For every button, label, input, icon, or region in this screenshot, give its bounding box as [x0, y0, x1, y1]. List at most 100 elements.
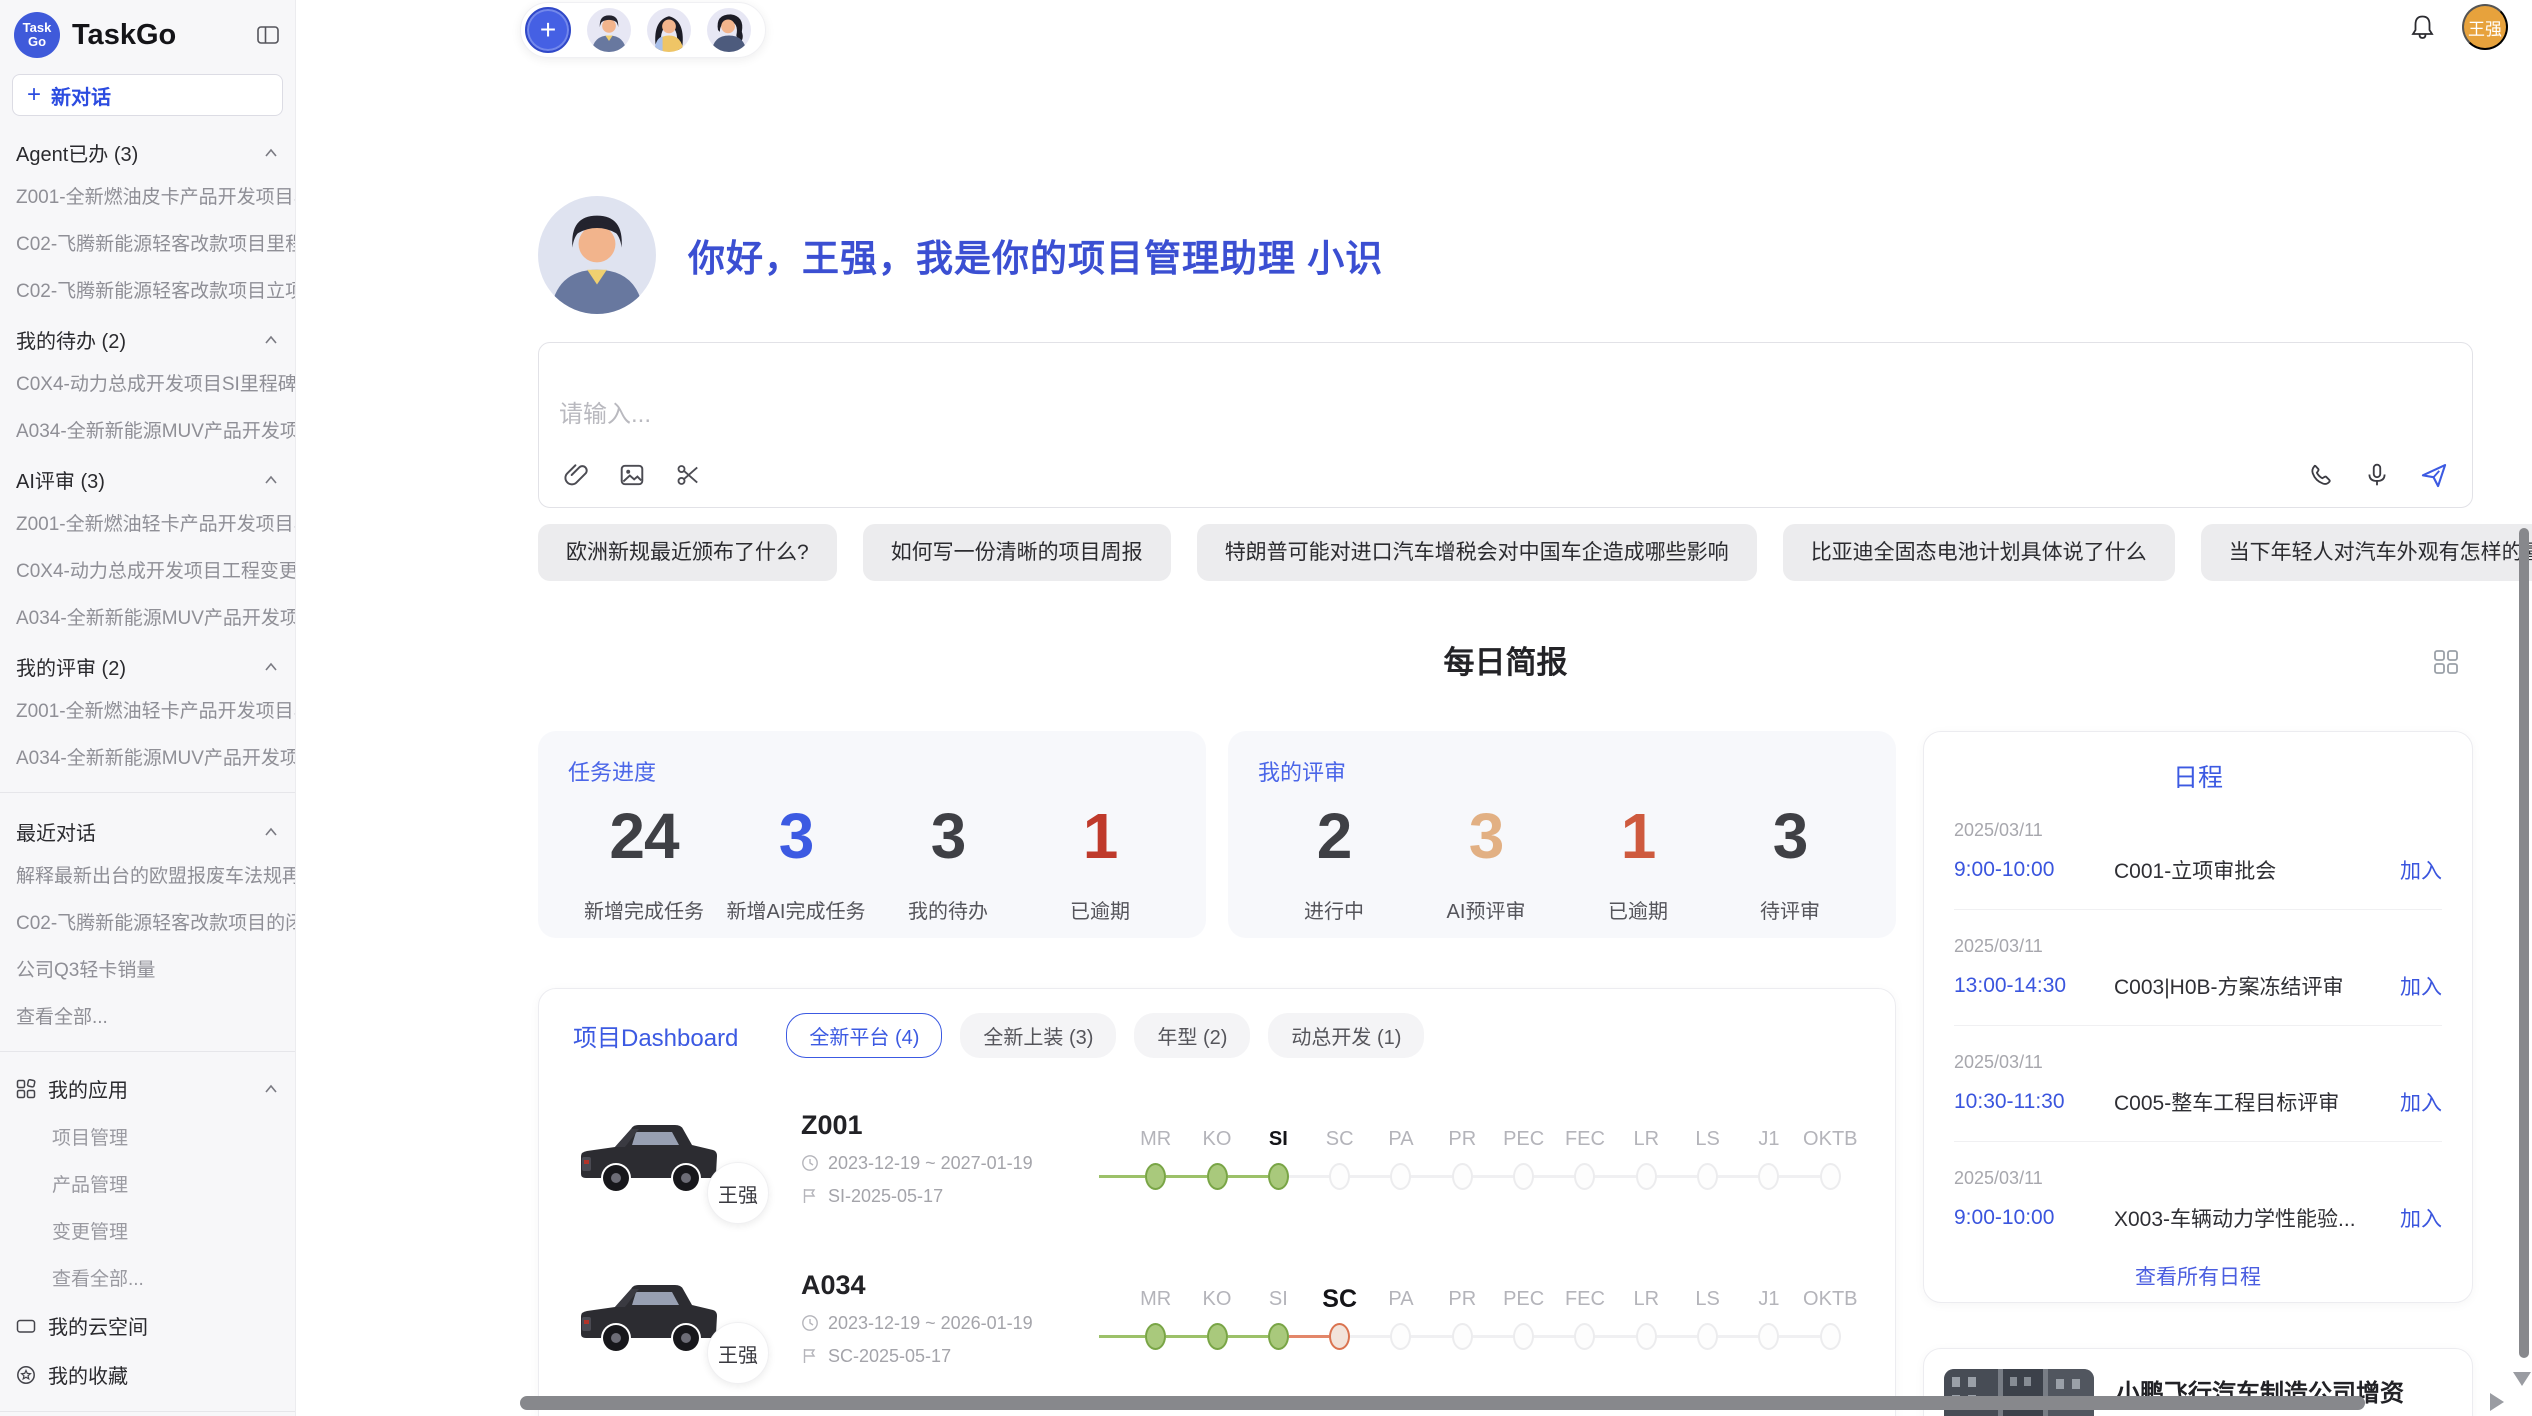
sidebar-item-favorites[interactable]: 我的收藏	[0, 1350, 295, 1399]
project-row-z001[interactable]: 王强 Z001 2023-12-19 ~ 2027-01-19	[573, 1078, 1861, 1238]
sidebar-item-my-apps[interactable]: 我的应用	[0, 1064, 295, 1113]
schedule-item: 2025/03/11 9:00-10:00 C001-立项审批会 加入	[1954, 820, 2442, 910]
chat-input-card[interactable]	[538, 342, 2473, 508]
main-area: + 王强 你好，王强，我是你的项目管理助理 小识	[296, 0, 2532, 1416]
sidebar-item[interactable]: A034-全新新能源MUV产品开发项目计划变更表编写	[0, 406, 295, 453]
join-button[interactable]: 加入	[2400, 971, 2442, 1001]
schedule-item: 2025/03/11 13:00-14:30 C003|H0B-方案冻结评审 加…	[1954, 936, 2442, 1026]
sidebar-item[interactable]: C02-飞腾新能源轻客改款项目里程碑画布	[0, 219, 295, 266]
image-icon[interactable]	[615, 458, 649, 492]
schedule-name: C005-整车工程目标评审	[2114, 1087, 2390, 1117]
suggestion-chip[interactable]: 特朗普可能对进口汽车增税会对中国车企造成哪些影响	[1197, 524, 1757, 581]
stat-value: 3	[1714, 799, 1866, 873]
filter-tab-model-year[interactable]: 年型 (2)	[1134, 1013, 1250, 1058]
schedule-title: 日程	[1954, 758, 2442, 794]
sidebar-item[interactable]: Z001-全新燃油皮卡产品开发项目SI节点Lesson Learn报告	[0, 172, 295, 219]
milestone-label: LS	[1695, 1285, 1719, 1313]
divider	[0, 792, 295, 793]
apps-view-all[interactable]: 查看全部...	[0, 1254, 295, 1301]
sidebar-section-ai-review[interactable]: AI评审 (3)	[0, 453, 295, 499]
sidebar-item[interactable]: A034-全新新能源MUV产品开发项目造型可行性评审	[0, 733, 295, 780]
sidebar-item[interactable]: C0X4-动力总成开发项目工程变更评审	[0, 546, 295, 593]
chat-input[interactable]	[559, 373, 2452, 457]
suggestion-chip[interactable]: 如何写一份清晰的项目周报	[863, 524, 1171, 581]
milestone-node: J1	[1738, 1125, 1799, 1191]
sidebar-item-cloud-space[interactable]: 我的云空间	[0, 1301, 295, 1350]
milestone-dot	[1329, 1323, 1350, 1350]
recent-view-all[interactable]: 查看全部...	[0, 992, 295, 1039]
schedule-time: 9:00-10:00	[1954, 858, 2104, 882]
schedule-name: C001-立项审批会	[2114, 855, 2390, 885]
suggestion-chip[interactable]: 欧洲新规最近颁布了什么?	[538, 524, 837, 581]
sidebar-subitem-product-mgmt[interactable]: 产品管理	[0, 1160, 295, 1207]
suggestion-chip[interactable]: 比亚迪全固态电池计划具体说了什么	[1783, 524, 2175, 581]
schedule-name: X003-车辆动力学性能验...	[2114, 1203, 2390, 1233]
filter-tab-new-body[interactable]: 全新上装 (3)	[960, 1013, 1116, 1058]
milestone-node: MR	[1125, 1285, 1186, 1351]
sidebar-section-my-review[interactable]: 我的评审 (2)	[0, 640, 295, 686]
milestone-label: SI	[1269, 1125, 1288, 1153]
sidebar-subitem-project-mgmt[interactable]: 项目管理	[0, 1113, 295, 1160]
join-button[interactable]: 加入	[2400, 855, 2442, 885]
milestone-dot	[1574, 1323, 1595, 1350]
sidebar-collapse-icon[interactable]	[255, 23, 281, 47]
sidebar: Task Go TaskGo + 新对话 Agent已办 (3) Z001-全新…	[0, 0, 296, 1416]
schedule-date: 2025/03/11	[1954, 936, 2442, 957]
project-row-a034[interactable]: 王强 A034 2023-12-19 ~ 2026-01-19	[573, 1238, 1861, 1398]
new-chat-button[interactable]: + 新对话	[12, 74, 283, 116]
milestone-dot	[1207, 1163, 1228, 1190]
suggestion-chip[interactable]: 当下年轻人对汽车外观有怎样的喜好趋势	[2201, 524, 2532, 581]
stat-label: 新增完成任务	[568, 895, 720, 924]
horizontal-scrollbar-thumb[interactable]	[520, 1396, 2365, 1410]
milestone-node: LS	[1677, 1285, 1738, 1351]
sidebar-item[interactable]: 公司Q3轻卡销量	[0, 945, 295, 992]
sidebar-item[interactable]: Z001-全新燃油轻卡产品开发项目SI节点属性5D文件评审	[0, 686, 295, 733]
sidebar-section-my-todo[interactable]: 我的待办 (2)	[0, 313, 295, 359]
flag-icon	[801, 1347, 819, 1365]
divider	[1954, 1025, 2442, 1026]
dashboard-title: 项目Dashboard	[573, 1018, 738, 1053]
sidebar-item[interactable]: A034-全新新能源MUV产品开发项目法规符合性评审	[0, 593, 295, 640]
scroll-down-arrow[interactable]	[2513, 1372, 2531, 1386]
sidebar-section-recent[interactable]: 最近对话	[0, 805, 295, 851]
assistant-avatar	[538, 196, 656, 314]
schedule-date: 2025/03/11	[1954, 820, 2442, 841]
milestone-label: J1	[1758, 1285, 1779, 1313]
stat-label: 进行中	[1258, 895, 1410, 924]
scissors-icon[interactable]	[671, 458, 705, 492]
schedule-time: 9:00-10:00	[1954, 1206, 2104, 1230]
join-button[interactable]: 加入	[2400, 1203, 2442, 1233]
scroll-right-arrow[interactable]	[2490, 1393, 2504, 1411]
sidebar-item[interactable]: C02-飞腾新能源轻客改款项目的闭环通告反馈情况	[0, 898, 295, 945]
filter-tab-powertrain[interactable]: 动总开发 (1)	[1268, 1013, 1424, 1058]
sidebar-item[interactable]: Z001-全新燃油轻卡产品开发项目SI造型提交物评审	[0, 499, 295, 546]
section-title: 我的待办 (2)	[16, 325, 126, 354]
sidebar-section-agent-done[interactable]: Agent已办 (3)	[0, 126, 295, 172]
stat-label: 新增AI完成任务	[720, 895, 872, 924]
sidebar-item[interactable]: C02-飞腾新能源轻客改款项目立项汇报方案	[0, 266, 295, 313]
mic-icon[interactable]	[2360, 458, 2394, 492]
divider	[0, 1051, 295, 1052]
filter-tab-new-platform[interactable]: 全新平台 (4)	[786, 1013, 942, 1058]
sidebar-subitem-change-mgmt[interactable]: 变更管理	[0, 1207, 295, 1254]
milestone-node: OKTB	[1800, 1125, 1861, 1191]
paperclip-icon[interactable]	[559, 458, 593, 492]
clock-icon	[801, 1154, 819, 1172]
project-dates: 2023-12-19 ~ 2027-01-19	[828, 1153, 1033, 1174]
sidebar-item[interactable]: C0X4-动力总成开发项目SI里程碑提交物检查	[0, 359, 295, 406]
milestone-node: J1	[1738, 1285, 1799, 1351]
vertical-scrollbar-thumb[interactable]	[2519, 528, 2529, 1358]
milestone-label: KO	[1203, 1285, 1232, 1313]
milestone-node: FEC	[1554, 1285, 1615, 1351]
sidebar-scroll[interactable]: Agent已办 (3) Z001-全新燃油皮卡产品开发项目SI节点Lesson …	[0, 120, 295, 1416]
phone-icon[interactable]	[2304, 458, 2338, 492]
clock-icon	[801, 1314, 819, 1332]
my-apps-label: 我的应用	[48, 1074, 251, 1103]
sidebar-item[interactable]: 解释最新出台的欧盟报废车法规再生塑料比例被调至15%...	[0, 851, 295, 898]
layout-grid-icon[interactable]	[2433, 649, 2459, 675]
project-name: A034	[801, 1270, 1033, 1301]
stat-in-progress: 2 进行中	[1258, 799, 1410, 924]
view-all-schedule-link[interactable]: 查看所有日程	[2135, 1261, 2261, 1291]
send-icon[interactable]	[2416, 457, 2452, 493]
join-button[interactable]: 加入	[2400, 1087, 2442, 1117]
